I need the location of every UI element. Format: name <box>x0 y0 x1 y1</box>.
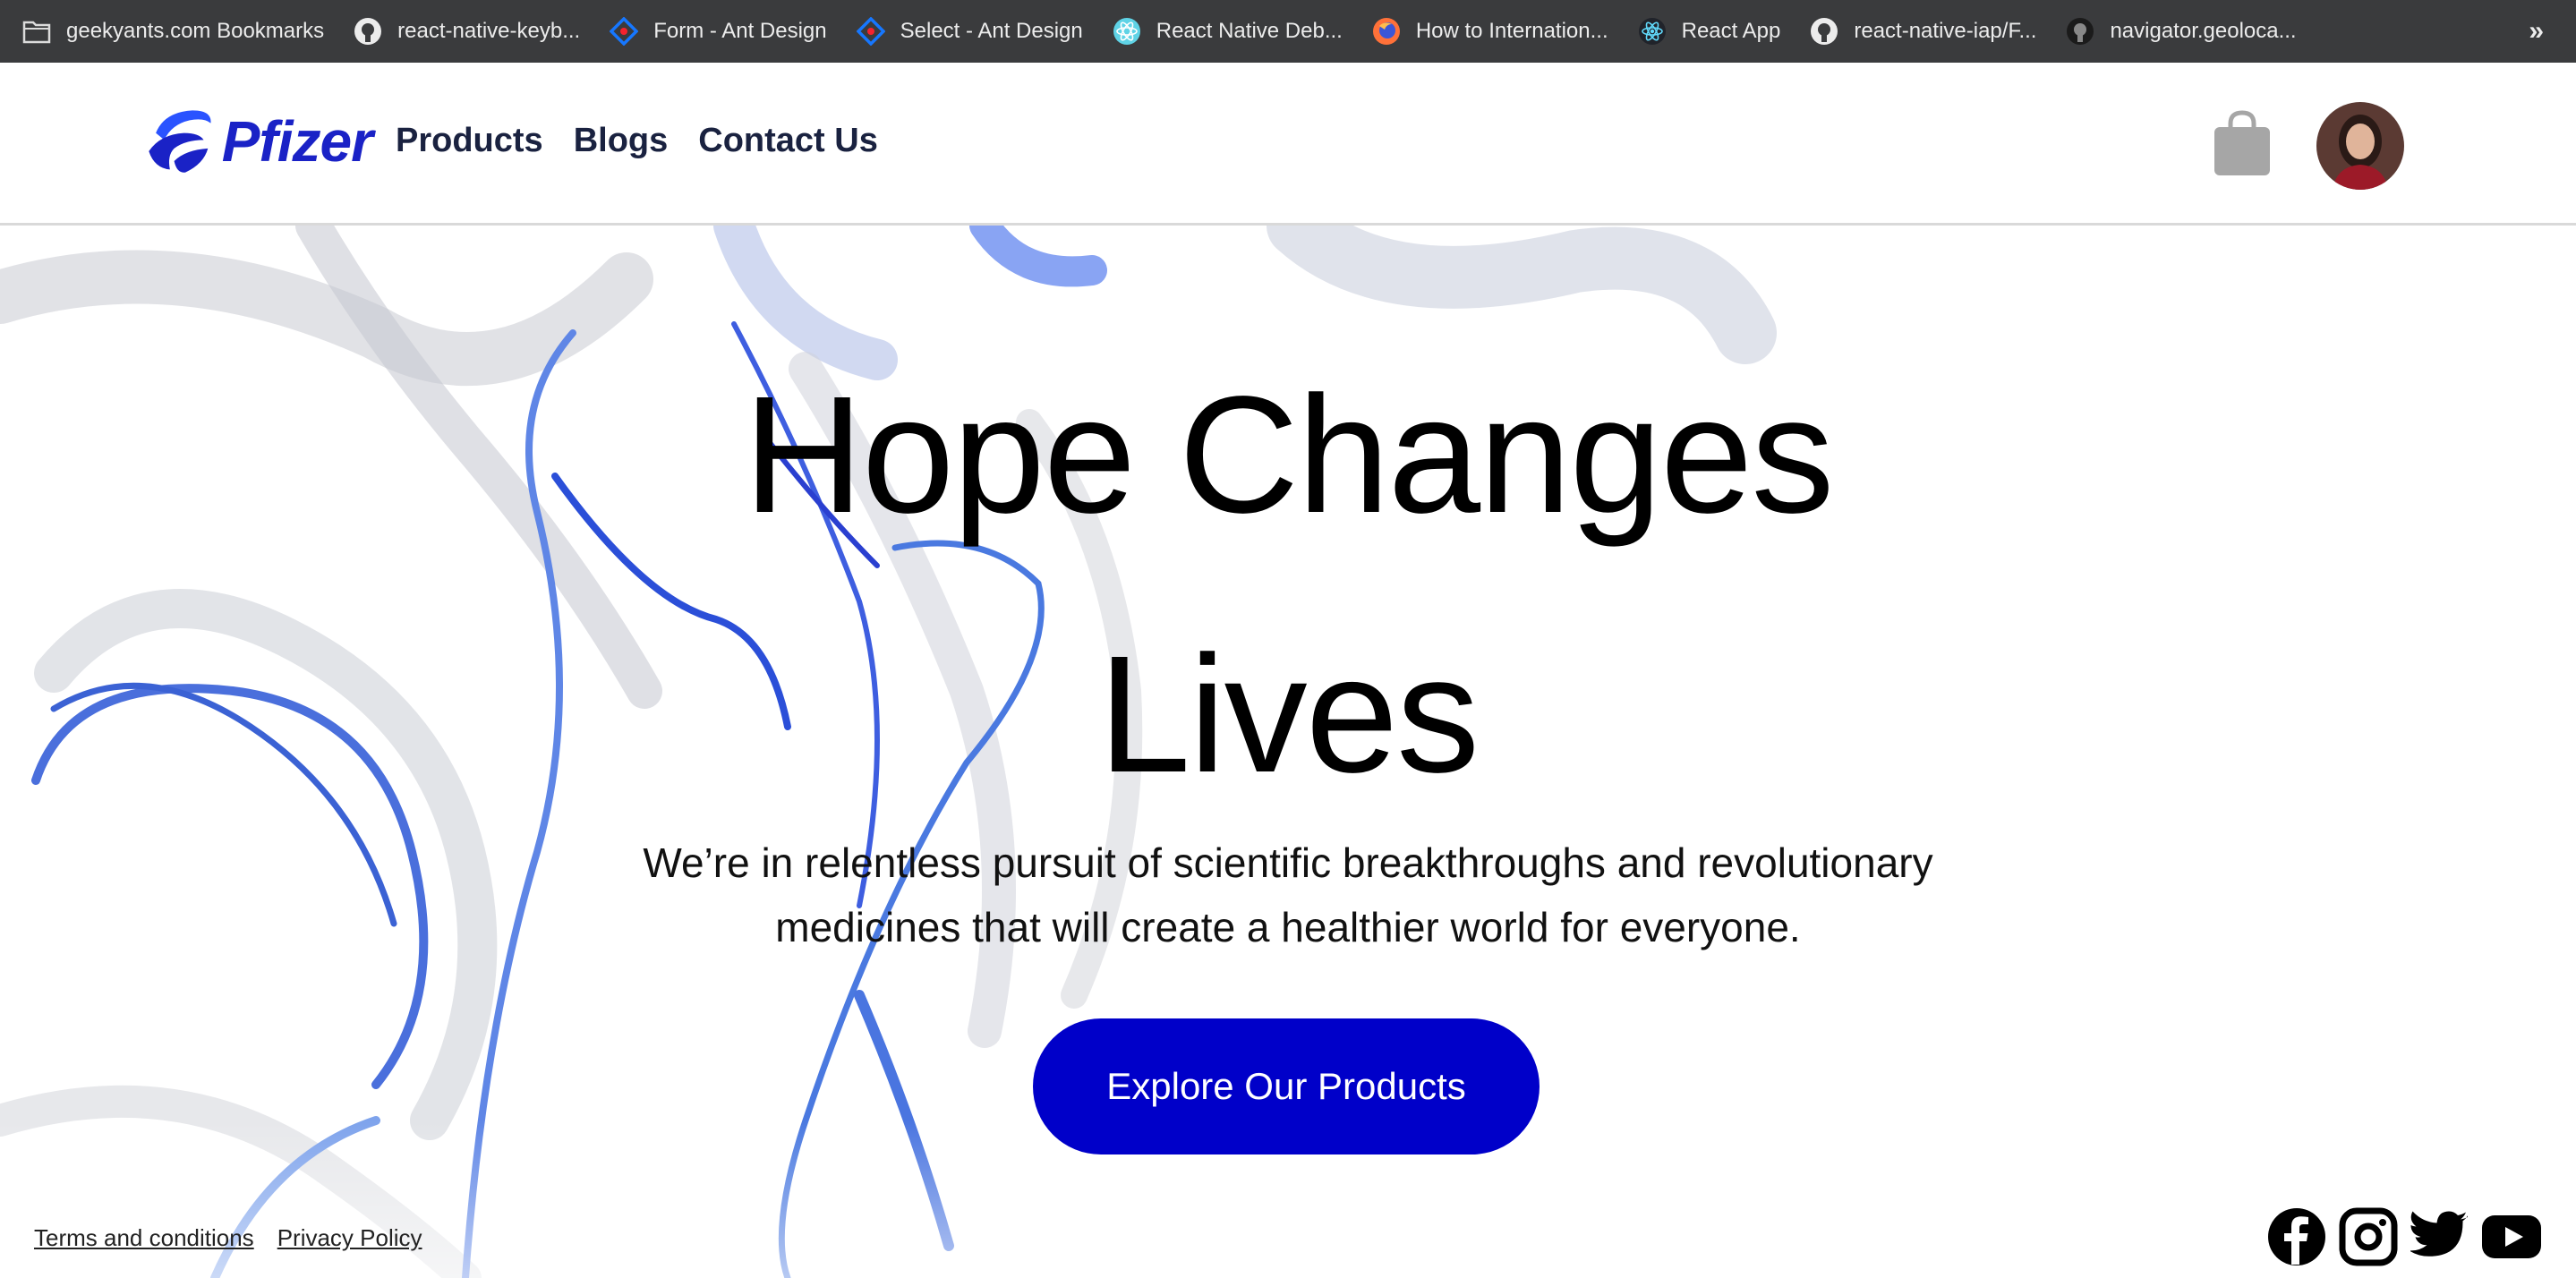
bookmark-label: React Native Deb... <box>1156 19 1343 43</box>
github-icon <box>2065 16 2095 47</box>
main-nav: Products Blogs Contact Us <box>396 122 908 160</box>
bookmark-geekyants[interactable]: geekyants.com Bookmarks <box>21 0 324 63</box>
hero-headline-line1: Hope Changes <box>743 362 1835 548</box>
twitter-icon[interactable] <box>2410 1206 2470 1267</box>
bookmark-label: navigator.geoloca... <box>2110 19 2297 43</box>
bookmark-label: How to Internation... <box>1415 19 1608 43</box>
nav-products[interactable]: Products <box>396 122 543 160</box>
bookmark-label: geekyants.com Bookmarks <box>66 19 325 43</box>
footer-links: Terms and conditions Privacy Policy <box>34 1224 446 1252</box>
bookmark-navigator-geoloca[interactable]: navigator.geoloca... <box>2065 0 2297 63</box>
github-icon <box>353 16 383 47</box>
bookmark-label: react-native-keyb... <box>397 19 581 43</box>
social-links <box>2266 1206 2553 1267</box>
folder-icon <box>21 16 52 47</box>
react-icon <box>1112 16 1142 47</box>
youtube-icon[interactable] <box>2481 1206 2542 1267</box>
ant-design-icon <box>856 16 886 47</box>
github-icon <box>1809 16 1839 47</box>
privacy-policy-link[interactable]: Privacy Policy <box>277 1224 422 1252</box>
bookmark-react-app[interactable]: React App <box>1637 0 1781 63</box>
ant-design-icon <box>609 16 639 47</box>
bookmark-label: react-native-iap/F... <box>1854 19 2037 43</box>
bookmarks-bar: geekyants.com Bookmarks react-native-key… <box>0 0 2576 63</box>
bookmark-label: Select - Ant Design <box>900 19 1083 43</box>
site-header: Pfizer Products Blogs Contact Us <box>0 63 2576 226</box>
bookmark-react-native-deb[interactable]: React Native Deb... <box>1112 0 1343 63</box>
facebook-icon[interactable] <box>2266 1206 2327 1267</box>
nav-contact-us[interactable]: Contact Us <box>698 122 878 160</box>
bookmark-react-native-keyb[interactable]: react-native-keyb... <box>353 0 580 63</box>
bookmark-form-ant-design[interactable]: Form - Ant Design <box>609 0 827 63</box>
bookmarks-overflow-button[interactable]: » <box>2529 0 2544 63</box>
bookmark-label: React App <box>1681 19 1781 43</box>
pfizer-logo[interactable]: Pfizer <box>143 93 373 190</box>
hero-subtext-line1: We’re in relentless pursuit of scientifi… <box>643 839 1933 886</box>
hero-headline-line2: Lives <box>1097 622 1480 807</box>
terms-link[interactable]: Terms and conditions <box>34 1224 254 1252</box>
shopping-bag-icon[interactable] <box>2211 107 2273 179</box>
hero-section: Hope Changes Lives We’re in relentless p… <box>0 226 2576 1278</box>
bookmark-react-native-iap[interactable]: react-native-iap/F... <box>1809 0 2036 63</box>
user-avatar[interactable] <box>2316 102 2404 190</box>
bookmark-select-ant-design[interactable]: Select - Ant Design <box>856 0 1083 63</box>
bookmark-label: Form - Ant Design <box>653 19 827 43</box>
explore-products-button[interactable]: Explore Our Products <box>1033 1018 1540 1154</box>
pfizer-swoosh-icon <box>149 110 211 173</box>
nav-blogs[interactable]: Blogs <box>574 122 669 160</box>
instagram-icon[interactable] <box>2338 1206 2399 1267</box>
bookmark-how-to-internation[interactable]: How to Internation... <box>1371 0 1608 63</box>
hero-subtext-line2: medicines that will create a healthier w… <box>775 904 1801 950</box>
react-icon <box>1637 16 1668 47</box>
firefox-icon <box>1371 16 1402 47</box>
hero-subtext: We’re in relentless pursuit of scientifi… <box>617 831 1959 959</box>
logo-wordmark: Pfizer <box>221 109 373 174</box>
